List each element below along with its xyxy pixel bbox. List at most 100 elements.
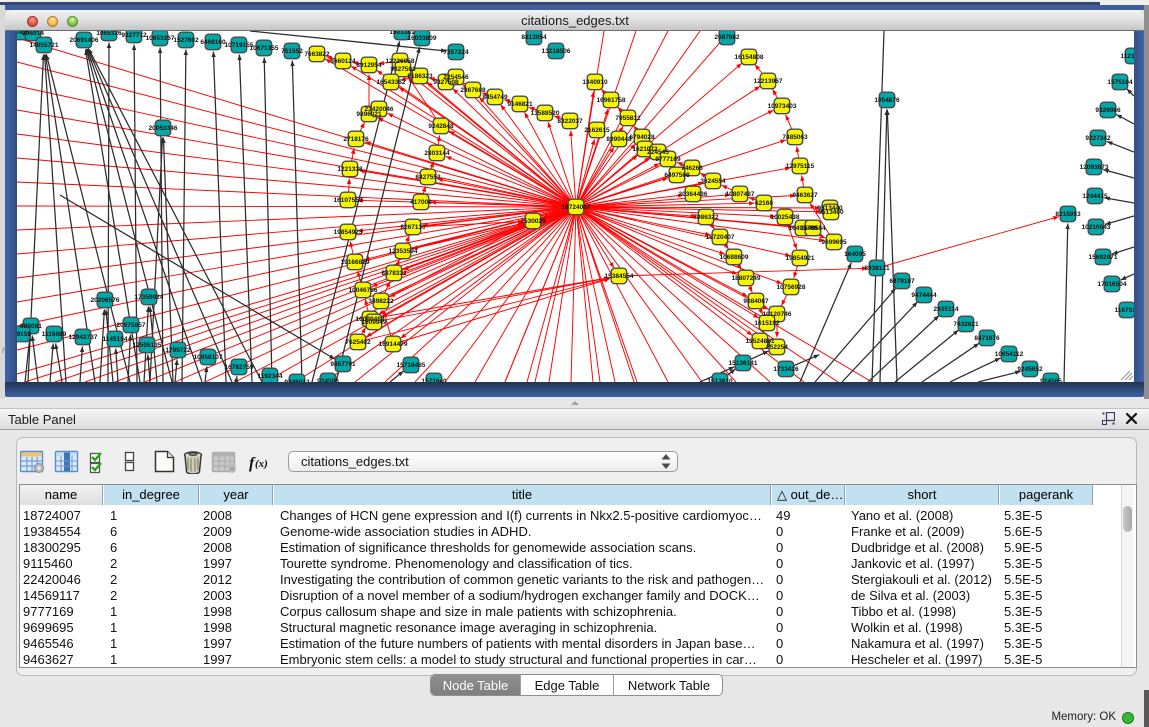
svg-text:10046786: 10046786	[349, 287, 378, 294]
svg-text:2087682: 2087682	[714, 34, 740, 41]
svg-text:10807487: 10807487	[726, 191, 755, 198]
svg-text:7986322: 7986322	[693, 214, 719, 221]
svg-text:9329966: 9329966	[1095, 107, 1121, 114]
svg-text:2935114: 2935114	[934, 306, 959, 313]
svg-text:924565: 924565	[1040, 378, 1062, 382]
svg-text:1221338: 1221338	[337, 166, 363, 173]
svg-text:9474444: 9474444	[911, 292, 937, 299]
svg-text:8215953: 8215953	[1055, 211, 1081, 218]
svg-text:1571640: 1571640	[421, 378, 447, 382]
svg-text:1065326: 1065326	[96, 31, 122, 37]
svg-text:15692971: 15692971	[1089, 254, 1118, 261]
svg-text:8990448: 8990448	[606, 136, 632, 143]
svg-text:8267130: 8267130	[400, 224, 426, 231]
svg-text:19854923: 19854923	[334, 229, 363, 236]
svg-text:12226058: 12226058	[386, 58, 415, 65]
svg-text:7485063: 7485063	[782, 134, 808, 141]
svg-text:1527602: 1527602	[173, 37, 199, 44]
svg-text:1733426: 1733426	[773, 366, 799, 373]
svg-text:16154808: 16154808	[735, 54, 764, 61]
svg-text:746266: 746266	[681, 165, 703, 172]
svg-text:2530029: 2530029	[520, 218, 546, 225]
svg-text:1145194: 1145194	[103, 336, 128, 343]
svg-text:1513610: 1513610	[707, 378, 733, 382]
svg-text:1121953: 1121953	[1121, 53, 1134, 60]
svg-text:20975857: 20975857	[117, 322, 146, 329]
svg-text:3498222: 3498222	[368, 298, 394, 305]
svg-text:18724007: 18724007	[562, 204, 591, 211]
svg-text:751552: 751552	[281, 48, 303, 55]
svg-text:20364436: 20364436	[679, 191, 708, 198]
svg-text:8878332: 8878332	[381, 270, 407, 277]
svg-text:20053346: 20053346	[149, 125, 178, 132]
svg-text:9146821: 9146821	[507, 101, 533, 108]
svg-text:15136141: 15136141	[729, 360, 758, 367]
svg-text:7632621: 7632621	[953, 321, 979, 328]
svg-text:1054876: 1054876	[874, 97, 900, 104]
svg-text:19854921: 19854921	[786, 255, 815, 262]
svg-text:206914: 206914	[22, 31, 44, 37]
svg-text:8186323: 8186323	[407, 73, 433, 80]
svg-text:6479197: 6479197	[889, 278, 915, 285]
svg-text:9245652: 9245652	[1017, 366, 1043, 373]
svg-text:20206576: 20206576	[91, 297, 120, 304]
svg-text:12213967: 12213967	[754, 78, 783, 85]
svg-text:3624554: 3624554	[700, 178, 726, 185]
svg-text:13588520: 13588520	[531, 110, 560, 117]
svg-text:12975115: 12975115	[786, 163, 815, 170]
svg-text:6794028: 6794028	[629, 134, 655, 141]
svg-text:15384554: 15384554	[605, 273, 634, 280]
svg-text:16961758: 16961758	[597, 97, 626, 104]
svg-text:224545: 224545	[647, 149, 669, 156]
svg-text:10654112: 10654112	[995, 351, 1024, 358]
svg-text:7625402: 7625402	[345, 339, 371, 346]
svg-text:8322037: 8322037	[557, 118, 583, 125]
svg-text:9227342: 9227342	[1085, 135, 1111, 142]
svg-text:9857791: 9857791	[330, 361, 356, 368]
svg-text:8938121: 8938121	[864, 265, 890, 272]
svg-text:9242848: 9242848	[428, 123, 454, 130]
svg-text:1575104: 1575104	[1107, 79, 1133, 86]
svg-text:19166829: 19166829	[341, 259, 370, 266]
svg-text:2718176: 2718176	[343, 136, 369, 143]
svg-text:7357224: 7357224	[443, 49, 469, 56]
svg-text:23420046: 23420046	[365, 106, 394, 113]
svg-text:1609949: 1609949	[361, 319, 387, 326]
svg-text:8660124: 8660124	[330, 58, 356, 65]
svg-text:12505135: 12505135	[133, 342, 162, 349]
svg-text:12942737: 12942737	[69, 334, 98, 341]
svg-text:6466160: 6466160	[200, 39, 226, 46]
svg-text:16914479: 16914479	[379, 341, 408, 348]
svg-text:1795722: 1795722	[165, 347, 191, 354]
svg-text:7955812: 7955812	[615, 115, 641, 122]
svg-text:13218506: 13218506	[542, 48, 571, 55]
svg-text:16543362: 16543362	[377, 79, 406, 86]
svg-text:1244415: 1244415	[1082, 193, 1108, 200]
svg-text:15720407: 15720407	[706, 234, 735, 241]
svg-text:10688609: 10688609	[720, 254, 749, 261]
svg-text:9513400: 9513400	[818, 209, 844, 216]
svg-text:17016504: 17016504	[1098, 281, 1127, 288]
svg-text:1615192: 1615192	[754, 320, 780, 327]
svg-text:10973403: 10973403	[768, 103, 797, 110]
svg-text:16107553: 16107553	[334, 197, 363, 204]
svg-text:9245012: 9245012	[284, 379, 310, 382]
svg-text:2254546: 2254546	[443, 74, 469, 81]
svg-text:16033809: 16033809	[408, 35, 437, 42]
svg-text:10120746: 10120746	[763, 311, 792, 318]
svg-text:15716485: 15716485	[397, 362, 426, 369]
svg-text:252254: 252254	[766, 344, 788, 351]
svg-text:8427552: 8427552	[415, 174, 441, 181]
svg-text:1115689: 1115689	[42, 331, 67, 338]
svg-text:8454749: 8454749	[482, 94, 508, 101]
svg-text:9463627: 9463627	[792, 192, 818, 199]
svg-text:985081: 985081	[20, 323, 42, 330]
svg-text:10025438: 10025438	[771, 214, 800, 221]
svg-text:2867608: 2867608	[460, 87, 486, 94]
svg-text:10210643: 10210643	[1082, 224, 1111, 231]
svg-text:8471676: 8471676	[974, 335, 1000, 342]
svg-text:7663822: 7663822	[304, 51, 330, 58]
svg-text:12353594: 12353594	[389, 248, 418, 255]
svg-text:10958107: 10958107	[194, 354, 223, 361]
svg-text:9327712: 9327712	[121, 32, 147, 39]
